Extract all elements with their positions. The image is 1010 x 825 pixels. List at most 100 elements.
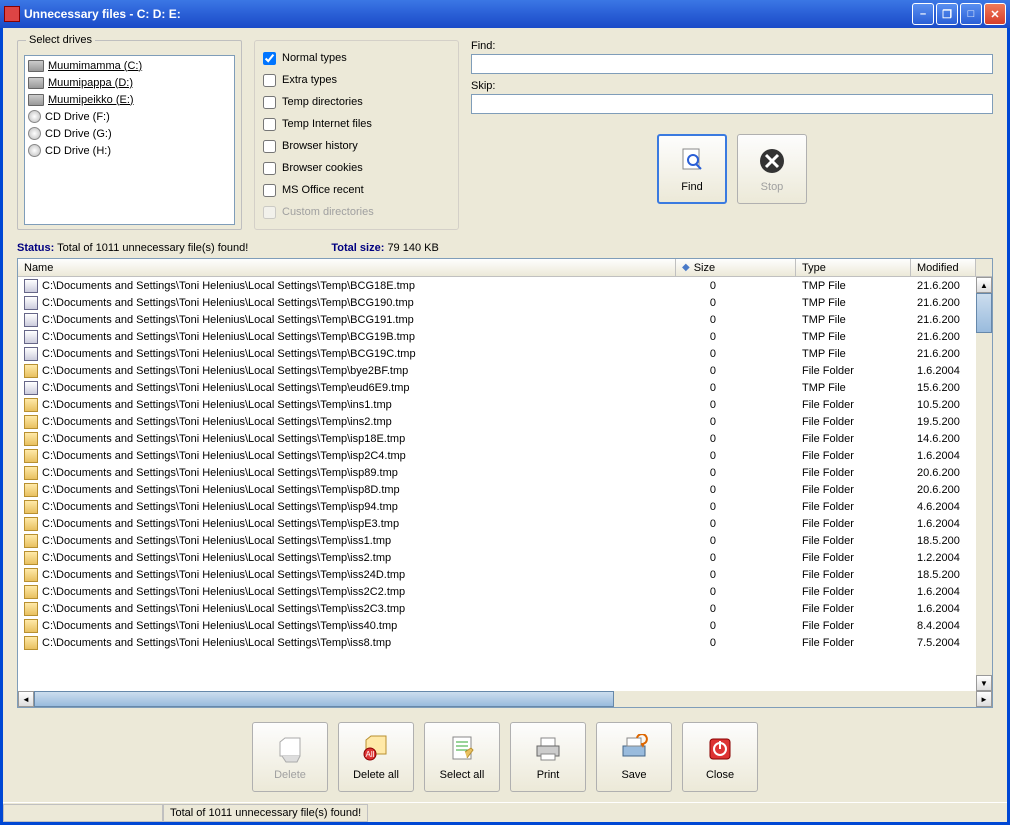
find-input[interactable] — [471, 54, 993, 74]
col-type[interactable]: Type — [796, 259, 911, 276]
folder-icon — [24, 636, 38, 650]
drive-item[interactable]: Muumipappa (D:) — [26, 74, 233, 91]
check-row[interactable]: Temp directories — [255, 91, 458, 113]
cd-drive-icon — [28, 127, 41, 140]
check-row[interactable]: Extra types — [255, 69, 458, 91]
drive-item[interactable]: Muumipeikko (E:) — [26, 91, 233, 108]
checkbox[interactable] — [263, 140, 276, 153]
table-row[interactable]: C:\Documents and Settings\Toni Helenius\… — [18, 396, 992, 413]
checkbox[interactable] — [263, 96, 276, 109]
check-row[interactable]: Browser cookies — [255, 157, 458, 179]
drive-item[interactable]: CD Drive (G:) — [26, 125, 233, 142]
table-row[interactable]: C:\Documents and Settings\Toni Helenius\… — [18, 413, 992, 430]
vscroll-thumb[interactable] — [976, 293, 992, 333]
table-row[interactable]: C:\Documents and Settings\Toni Helenius\… — [18, 600, 992, 617]
drive-item[interactable]: CD Drive (F:) — [26, 108, 233, 125]
list-header[interactable]: Name ◆Size Type Modified — [18, 259, 992, 277]
checkbox[interactable] — [263, 184, 276, 197]
table-row[interactable]: C:\Documents and Settings\Toni Helenius\… — [18, 328, 992, 345]
check-row[interactable]: MS Office recent — [255, 179, 458, 201]
maximize-button[interactable]: □ — [960, 3, 982, 25]
print-button[interactable]: Print — [510, 722, 586, 792]
check-row[interactable]: Temp Internet files — [255, 113, 458, 135]
delete-all-button[interactable]: All Delete all — [338, 722, 414, 792]
restore-button[interactable]: ❐ — [936, 3, 958, 25]
skip-input[interactable] — [471, 94, 993, 114]
vscroll-track[interactable] — [976, 293, 992, 675]
folder-icon — [24, 602, 38, 616]
file-size: 0 — [676, 637, 796, 649]
file-list[interactable]: Name ◆Size Type Modified C:\Documents an… — [17, 258, 993, 708]
titlebar[interactable]: Unnecessary files - C: D: E: – ❐ □ ✕ — [0, 0, 1010, 28]
table-row[interactable]: C:\Documents and Settings\Toni Helenius\… — [18, 481, 992, 498]
drives-legend: Select drives — [26, 34, 95, 46]
table-row[interactable]: C:\Documents and Settings\Toni Helenius\… — [18, 549, 992, 566]
list-body[interactable]: C:\Documents and Settings\Toni Helenius\… — [18, 277, 992, 691]
col-name[interactable]: Name — [18, 259, 676, 276]
file-size: 0 — [676, 603, 796, 615]
file-modified: 1.6.2004 — [911, 603, 976, 615]
table-row[interactable]: C:\Documents and Settings\Toni Helenius\… — [18, 532, 992, 549]
table-row[interactable]: C:\Documents and Settings\Toni Helenius\… — [18, 515, 992, 532]
statusbar: Total of 1011 unnecessary file(s) found! — [3, 802, 1007, 822]
select-all-button[interactable]: Select all — [424, 722, 500, 792]
checkbox[interactable] — [263, 52, 276, 65]
close-button[interactable]: Close — [682, 722, 758, 792]
save-button[interactable]: Save — [596, 722, 672, 792]
client-area: Select drives Muumimamma (C:)Muumipappa … — [0, 28, 1010, 825]
scroll-right-arrow-icon[interactable]: ► — [976, 691, 992, 707]
table-row[interactable]: C:\Documents and Settings\Toni Helenius\… — [18, 379, 992, 396]
folder-icon — [24, 551, 38, 565]
scroll-down-arrow-icon[interactable]: ▼ — [976, 675, 992, 691]
check-row[interactable]: Browser history — [255, 135, 458, 157]
file-name: C:\Documents and Settings\Toni Helenius\… — [42, 297, 414, 309]
scroll-up-arrow-icon[interactable]: ▲ — [976, 277, 992, 293]
find-button[interactable]: Find — [657, 134, 727, 204]
file-name: C:\Documents and Settings\Toni Helenius\… — [42, 416, 392, 428]
table-row[interactable]: C:\Documents and Settings\Toni Helenius\… — [18, 583, 992, 600]
file-name: C:\Documents and Settings\Toni Helenius\… — [42, 365, 408, 377]
file-modified: 8.4.2004 — [911, 620, 976, 632]
col-modified[interactable]: Modified — [911, 259, 976, 276]
window-title: Unnecessary files - C: D: E: — [24, 7, 910, 21]
table-row[interactable]: C:\Documents and Settings\Toni Helenius\… — [18, 634, 992, 651]
table-row[interactable]: C:\Documents and Settings\Toni Helenius\… — [18, 362, 992, 379]
close-window-button[interactable]: ✕ — [984, 3, 1006, 25]
check-row[interactable]: Normal types — [255, 47, 458, 69]
table-row[interactable]: C:\Documents and Settings\Toni Helenius\… — [18, 617, 992, 634]
find-panel: Find: Skip: Find — [471, 40, 993, 230]
drive-list[interactable]: Muumimamma (C:)Muumipappa (D:)Muumipeikk… — [24, 55, 235, 225]
checkbox[interactable] — [263, 162, 276, 175]
vertical-scrollbar[interactable]: ▲ ▼ — [976, 277, 992, 691]
table-row[interactable]: C:\Documents and Settings\Toni Helenius\… — [18, 447, 992, 464]
scroll-left-arrow-icon[interactable]: ◄ — [18, 691, 34, 707]
checkbox[interactable] — [263, 118, 276, 131]
drive-item[interactable]: CD Drive (H:) — [26, 142, 233, 159]
drive-label: CD Drive (H:) — [45, 145, 111, 157]
table-row[interactable]: C:\Documents and Settings\Toni Helenius\… — [18, 277, 992, 294]
file-size: 0 — [676, 331, 796, 343]
file-type: File Folder — [796, 620, 911, 632]
file-modified: 1.6.2004 — [911, 365, 976, 377]
col-size[interactable]: ◆Size — [676, 259, 796, 276]
table-row[interactable]: C:\Documents and Settings\Toni Helenius\… — [18, 566, 992, 583]
table-row[interactable]: C:\Documents and Settings\Toni Helenius\… — [18, 294, 992, 311]
check-label: Temp Internet files — [282, 118, 372, 130]
file-icon — [24, 279, 38, 293]
file-size: 0 — [676, 365, 796, 377]
hscroll-thumb[interactable] — [34, 691, 614, 707]
drive-item[interactable]: Muumimamma (C:) — [26, 57, 233, 74]
file-size: 0 — [676, 433, 796, 445]
table-row[interactable]: C:\Documents and Settings\Toni Helenius\… — [18, 345, 992, 362]
checkbox[interactable] — [263, 74, 276, 87]
statusbar-cell-1 — [3, 804, 163, 822]
file-type: File Folder — [796, 501, 911, 513]
horizontal-scrollbar[interactable]: ◄ ► — [18, 691, 992, 707]
table-row[interactable]: C:\Documents and Settings\Toni Helenius\… — [18, 464, 992, 481]
table-row[interactable]: C:\Documents and Settings\Toni Helenius\… — [18, 311, 992, 328]
minimize-button[interactable]: – — [912, 3, 934, 25]
table-row[interactable]: C:\Documents and Settings\Toni Helenius\… — [18, 430, 992, 447]
folder-icon — [24, 466, 38, 480]
table-row[interactable]: C:\Documents and Settings\Toni Helenius\… — [18, 498, 992, 515]
hscroll-track[interactable] — [34, 691, 976, 707]
